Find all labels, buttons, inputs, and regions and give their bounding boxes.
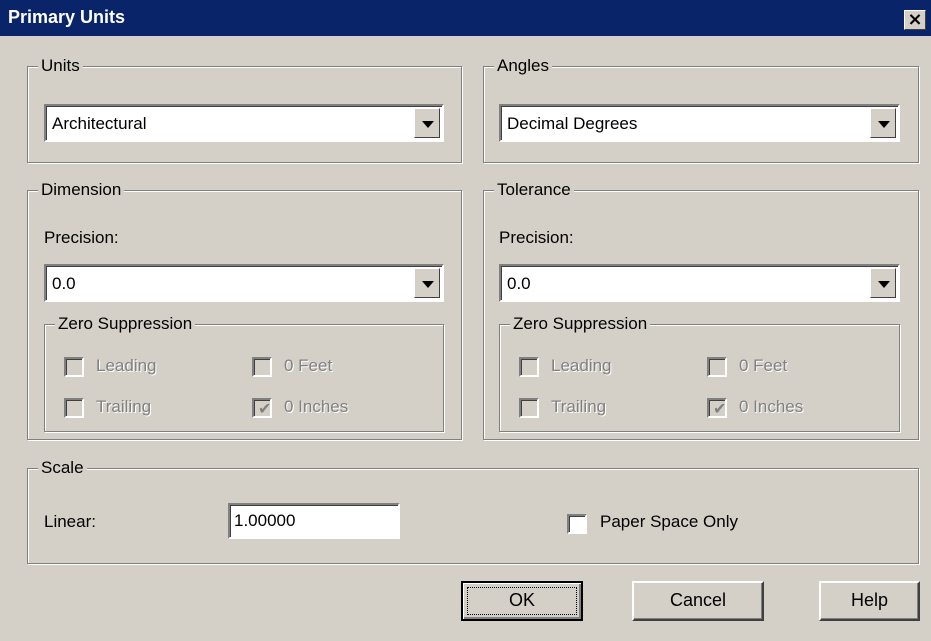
focus-ring	[467, 587, 577, 615]
dimension-precision-dropdown-button[interactable]	[414, 268, 440, 298]
dimension-precision-select[interactable]: 0.0	[44, 264, 444, 302]
tolerance-trailing-checkbox[interactable]	[519, 398, 539, 418]
paper-space-only-checkbox[interactable]	[567, 514, 587, 534]
chevron-down-icon	[422, 121, 434, 128]
dimension-leading-checkbox[interactable]	[64, 357, 84, 377]
tolerance-feet-label: 0 Feet	[739, 356, 788, 375]
close-icon[interactable]: ×	[904, 10, 926, 30]
ok-button[interactable]: OK	[461, 581, 583, 621]
help-button[interactable]: Help	[819, 581, 920, 621]
dimension-zero-suppression-label: Zero Suppression	[55, 313, 196, 335]
window-title: Primary Units	[8, 7, 126, 27]
dimension-leading-label: Leading	[96, 356, 157, 375]
tolerance-leading-checkbox[interactable]	[519, 357, 539, 377]
dimension-group-label: Dimension	[38, 179, 125, 201]
units-dropdown-button[interactable]	[414, 108, 440, 138]
dimension-trailing-label: Trailing	[96, 397, 152, 416]
units-group-label: Units	[38, 55, 83, 77]
help-button-label: Help	[850, 590, 889, 610]
dimension-inches-label: 0 Inches	[284, 397, 349, 416]
units-select[interactable]: Architectural	[44, 104, 444, 142]
check-icon: ✔	[713, 399, 727, 418]
cancel-button-label: Cancel	[669, 590, 727, 610]
tolerance-precision-label: Precision:	[499, 228, 574, 247]
tolerance-leading-label: Leading	[551, 356, 612, 375]
scale-group-label: Scale	[38, 457, 87, 479]
tolerance-zero-suppression-label: Zero Suppression	[510, 313, 651, 335]
tolerance-group-label: Tolerance	[494, 179, 574, 201]
dimension-feet-checkbox[interactable]	[252, 357, 272, 377]
tolerance-inches-label: 0 Inches	[739, 397, 804, 416]
cancel-button[interactable]: Cancel	[632, 581, 764, 621]
title-bar: Primary Units ×	[0, 0, 931, 36]
dimension-precision-value: 0.0	[52, 274, 76, 293]
angles-select-value: Decimal Degrees	[507, 114, 638, 133]
tolerance-precision-value: 0.0	[507, 274, 531, 293]
tolerance-feet-checkbox[interactable]	[707, 357, 727, 377]
chevron-down-icon	[422, 281, 434, 288]
dimension-feet-label: 0 Feet	[284, 356, 333, 375]
chevron-down-icon	[878, 121, 890, 128]
angles-group-label: Angles	[494, 55, 552, 77]
dimension-inches-checkbox[interactable]: ✔	[252, 398, 272, 418]
linear-scale-input[interactable]	[228, 503, 400, 539]
dimension-trailing-checkbox[interactable]	[64, 398, 84, 418]
chevron-down-icon	[878, 281, 890, 288]
paper-space-only-label[interactable]: Paper Space Only	[600, 512, 738, 532]
linear-label: Linear:	[44, 512, 96, 531]
check-icon: ✔	[258, 399, 272, 418]
tolerance-precision-select[interactable]: 0.0	[499, 264, 900, 302]
tolerance-trailing-label: Trailing	[551, 397, 607, 416]
angles-select[interactable]: Decimal Degrees	[499, 104, 900, 142]
scale-group: Scale	[27, 457, 919, 564]
angles-dropdown-button[interactable]	[870, 108, 896, 138]
tolerance-inches-checkbox[interactable]: ✔	[707, 398, 727, 418]
dimension-precision-label: Precision:	[44, 228, 119, 247]
units-select-value: Architectural	[52, 114, 147, 133]
tolerance-precision-dropdown-button[interactable]	[870, 268, 896, 298]
